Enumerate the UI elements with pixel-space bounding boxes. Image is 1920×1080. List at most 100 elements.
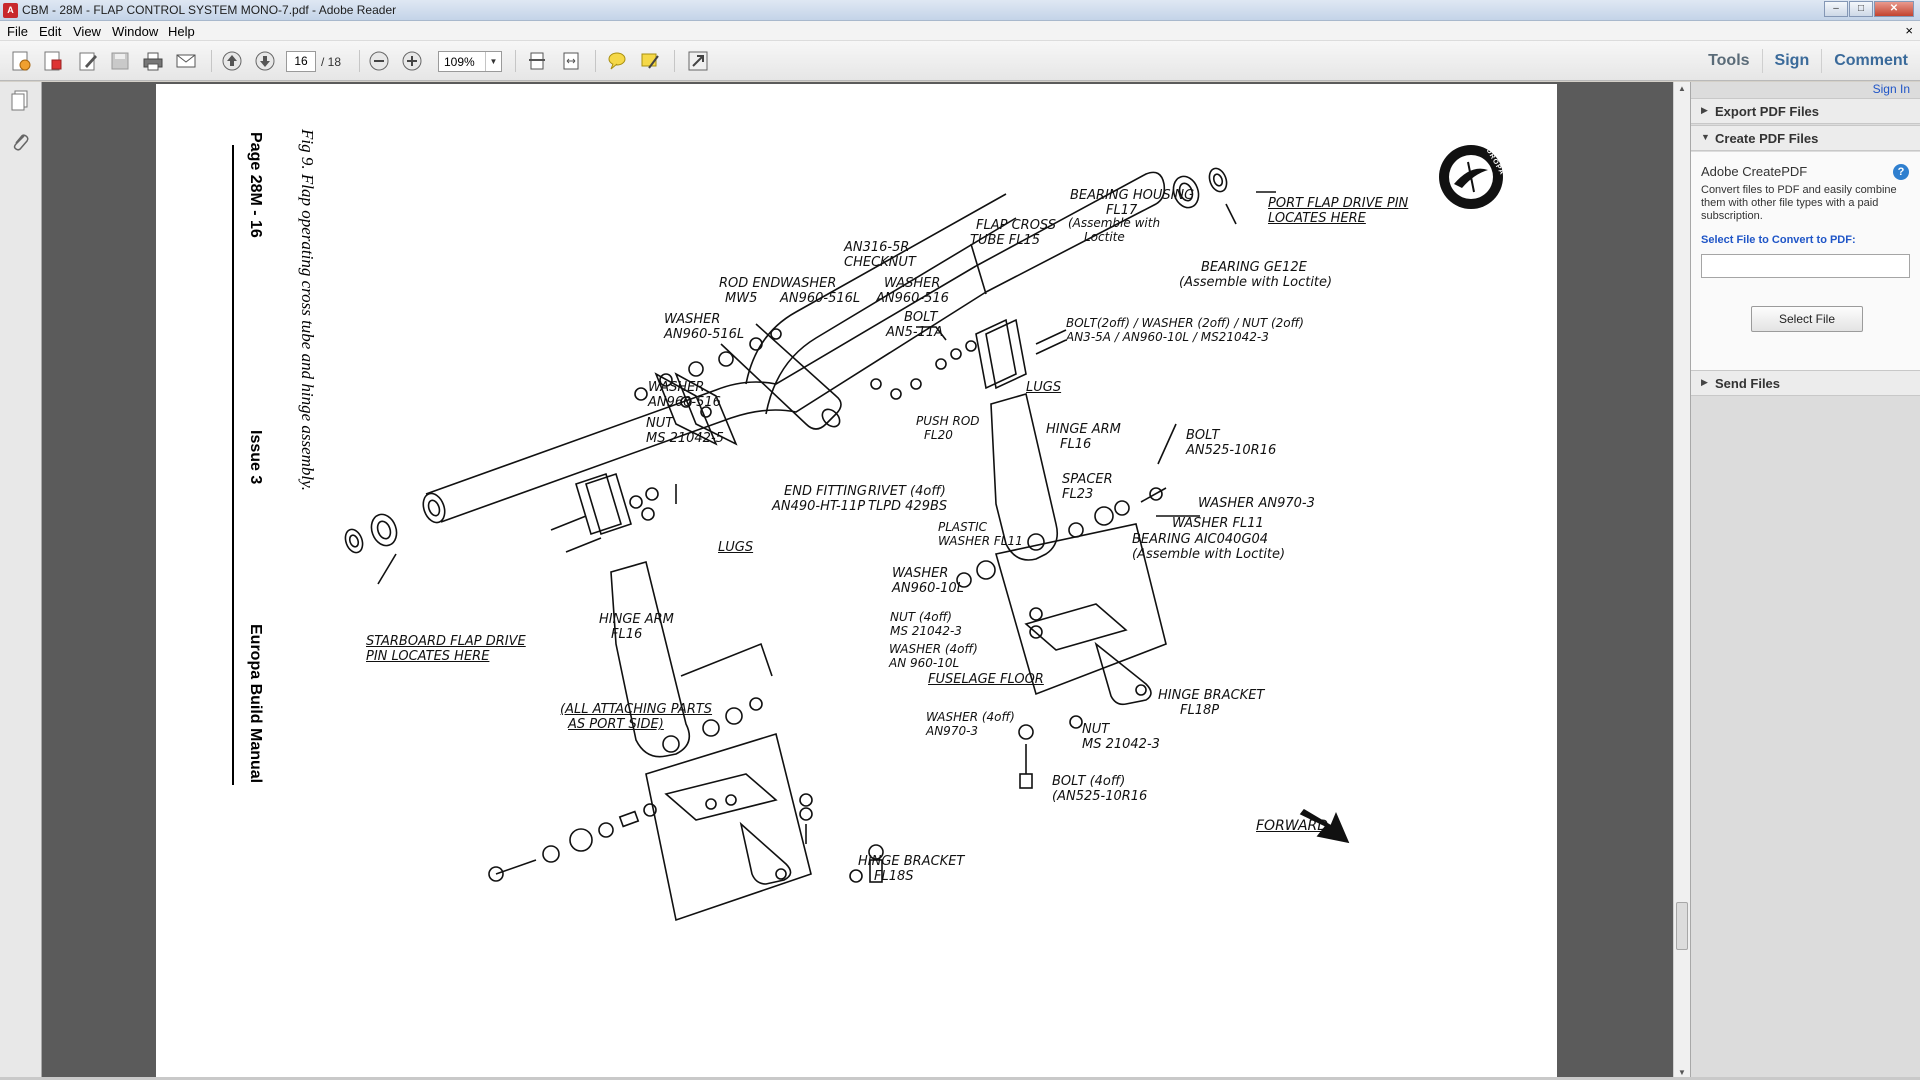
callout-washer-an970-4off: WASHER (4off) AN970-3 bbox=[926, 710, 1015, 738]
attachments-paperclip-icon[interactable] bbox=[9, 130, 31, 154]
callout-hinge-bracket-p: HINGE BRACKET FL18P bbox=[1158, 688, 1265, 718]
zoom-in-icon[interactable] bbox=[400, 50, 424, 72]
fit-page-icon[interactable] bbox=[525, 50, 549, 72]
print-icon[interactable] bbox=[141, 50, 165, 72]
callout-rod-end: ROD END MW5 bbox=[719, 276, 781, 306]
callout-washer-fl11: WASHER FL11 bbox=[1172, 516, 1264, 531]
callout-bolt-an525-right: BOLT AN525-10R16 bbox=[1186, 428, 1277, 458]
createpdf-description: Convert files to PDF and easily combine … bbox=[1701, 184, 1897, 222]
create-pdf-body: Adobe CreatePDF ? Convert files to PDF a… bbox=[1691, 152, 1920, 370]
callout-hinge-arm-right: HINGE ARM FL16 bbox=[1046, 422, 1121, 452]
menu-view[interactable]: View bbox=[73, 24, 101, 39]
toolbar: 16 / 18 109% ▼ Tools Sign Comment bbox=[0, 41, 1920, 81]
zoom-out-icon[interactable] bbox=[367, 50, 391, 72]
vertical-scrollbar[interactable]: ▲ ▼ bbox=[1673, 82, 1690, 1080]
expand-triangle-icon: ▶ bbox=[1701, 377, 1708, 387]
save-icon[interactable] bbox=[108, 50, 132, 72]
callout-bearing-aic: BEARING AIC040G04 (Assemble with Loctite… bbox=[1132, 532, 1286, 562]
callout-all-attaching-parts: (ALL ATTACHING PARTS AS PORT SIDE) bbox=[560, 702, 713, 732]
callout-washer-516l-b: WASHER AN960-516L bbox=[664, 312, 745, 342]
create-pdf-header[interactable]: ▼ Create PDF Files bbox=[1691, 125, 1920, 151]
minimize-button[interactable]: ‒ bbox=[1824, 1, 1848, 17]
tools-pane: Sign In ▶ Export PDF Files ▼ Create PDF … bbox=[1690, 82, 1920, 1080]
previous-page-icon[interactable] bbox=[220, 50, 244, 72]
export-pdf-header[interactable]: ▶ Export PDF Files bbox=[1691, 98, 1920, 124]
close-button[interactable]: ✕ bbox=[1874, 1, 1914, 17]
flap-assembly-drawing bbox=[344, 167, 1350, 922]
callout-fuselage-floor: FUSELAGE FLOOR bbox=[928, 672, 1044, 687]
zoom-select[interactable]: 109% ▼ bbox=[438, 51, 502, 72]
select-file-link[interactable]: Select File to Convert to PDF: bbox=[1701, 234, 1856, 246]
callout-end-fitting: END FITTING AN490-HT-11P bbox=[772, 484, 867, 514]
next-page-icon[interactable] bbox=[253, 50, 277, 72]
full-screen-icon[interactable] bbox=[686, 50, 710, 72]
callout-nut-ms21042-5: NUT MS 21042-5 bbox=[646, 416, 724, 446]
comment-tab[interactable]: Comment bbox=[1821, 49, 1920, 73]
highlight-icon[interactable] bbox=[638, 50, 662, 72]
help-icon[interactable]: ? bbox=[1893, 164, 1909, 180]
callout-hinge-arm-left: HINGE ARM FL16 bbox=[599, 612, 674, 642]
maximize-button[interactable]: □ bbox=[1849, 1, 1873, 17]
menu-window[interactable]: Window bbox=[112, 24, 158, 39]
tools-tab[interactable]: Tools bbox=[1696, 49, 1761, 73]
zoom-value: 109% bbox=[444, 55, 475, 69]
callout-washer-an960-10l: WASHER AN960-10L bbox=[892, 566, 964, 596]
callout-starboard-pin: STARBOARD FLAP DRIVE PIN LOCATES HERE bbox=[366, 634, 526, 664]
menu-file[interactable]: File bbox=[7, 24, 28, 39]
menu-help[interactable]: Help bbox=[168, 24, 195, 39]
scroll-thumb[interactable] bbox=[1676, 902, 1688, 950]
callout-port-pin: PORT FLAP DRIVE PIN LOCATES HERE bbox=[1268, 196, 1409, 226]
export-pdf-icon[interactable] bbox=[41, 50, 65, 72]
comment-bubble-icon[interactable] bbox=[605, 50, 629, 72]
callout-washer-516-a: WASHER AN960-516 bbox=[876, 276, 949, 306]
email-icon[interactable] bbox=[174, 50, 198, 72]
window-title: CBM - 28M - FLAP CONTROL SYSTEM MONO-7.p… bbox=[22, 3, 397, 17]
export-pdf-label: Export PDF Files bbox=[1715, 104, 1820, 119]
edit-pdf-icon[interactable] bbox=[76, 50, 100, 72]
adobe-reader-icon: A bbox=[3, 3, 18, 18]
callout-washer-an970-3: WASHER AN970-3 bbox=[1198, 496, 1315, 511]
callout-push-rod: PUSH ROD FL20 bbox=[916, 414, 980, 442]
create-pdf-label: Create PDF Files bbox=[1715, 131, 1819, 146]
create-pdf-icon[interactable] bbox=[9, 50, 33, 72]
right-tools: Tools Sign Comment bbox=[1696, 41, 1920, 81]
sign-in-link[interactable]: Sign In bbox=[1873, 82, 1910, 96]
send-files-label: Send Files bbox=[1715, 376, 1781, 391]
forward-label: FORWARD bbox=[1256, 818, 1329, 834]
page-total: / 18 bbox=[321, 55, 342, 69]
menu-edit[interactable]: Edit bbox=[39, 24, 61, 39]
collapse-triangle-icon: ▼ bbox=[1701, 132, 1710, 142]
window-controls: ‒ □ ✕ bbox=[1823, 1, 1914, 17]
send-files-header[interactable]: ▶ Send Files bbox=[1691, 370, 1920, 396]
file-field[interactable] bbox=[1701, 254, 1910, 278]
callout-rivet: RIVET (4off) TLPD 429BS bbox=[868, 484, 948, 514]
fit-width-icon[interactable] bbox=[559, 50, 583, 72]
document-view[interactable]: Page 28M - 16 Issue 3 Europa Build Manua… bbox=[42, 82, 1673, 1080]
callout-bolt-an5: BOLT AN5-11A bbox=[886, 310, 944, 340]
expand-triangle-icon: ▶ bbox=[1701, 105, 1708, 115]
callout-spacer: SPACER FL23 bbox=[1062, 472, 1113, 502]
callout-bearing-ge12e: BEARING GE12E (Assemble with Loctite) bbox=[1179, 260, 1333, 290]
close-document-icon[interactable]: × bbox=[1905, 23, 1913, 38]
pdf-page: Page 28M - 16 Issue 3 Europa Build Manua… bbox=[156, 84, 1557, 1078]
callout-washer-516l-a: WASHER AN960-516L bbox=[780, 276, 861, 306]
left-navigation-pane bbox=[0, 82, 42, 1080]
title-bar: A CBM - 28M - FLAP CONTROL SYSTEM MONO-7… bbox=[0, 0, 1920, 21]
callout-bearing-housing-note: (Assemble with Loctite bbox=[1068, 216, 1161, 244]
callout-lugs-right: LUGS bbox=[1026, 380, 1062, 395]
callout-bolt-4off: BOLT (4off) (AN525-10R16 bbox=[1052, 774, 1148, 804]
page-number-input[interactable]: 16 bbox=[286, 51, 316, 72]
callout-bearing-housing: BEARING HOUSING FL17 bbox=[1070, 188, 1195, 218]
callout-hinge-bracket-s: HINGE BRACKET FL18S bbox=[858, 854, 965, 884]
callout-washer-4off: WASHER (4off) AN 960-10L bbox=[889, 642, 978, 670]
page-thumbnails-icon[interactable] bbox=[9, 88, 31, 112]
createpdf-title: Adobe CreatePDF bbox=[1701, 164, 1808, 179]
callout-flap-cross-tube: FLAP CROSS TUBE FL15 bbox=[970, 218, 1056, 248]
callout-bolt-2off: BOLT(2off) / WASHER (2off) / NUT (2off) … bbox=[1066, 316, 1304, 344]
chevron-down-icon[interactable]: ▼ bbox=[485, 52, 501, 71]
select-file-button[interactable]: Select File bbox=[1751, 306, 1863, 332]
scroll-up-icon[interactable]: ▲ bbox=[1674, 82, 1690, 96]
callout-washer-516-b: WASHER AN960-516 bbox=[648, 380, 721, 410]
sign-tab[interactable]: Sign bbox=[1761, 49, 1822, 73]
callout-plastic-washer: PLASTIC WASHER FL11 bbox=[938, 520, 1023, 548]
